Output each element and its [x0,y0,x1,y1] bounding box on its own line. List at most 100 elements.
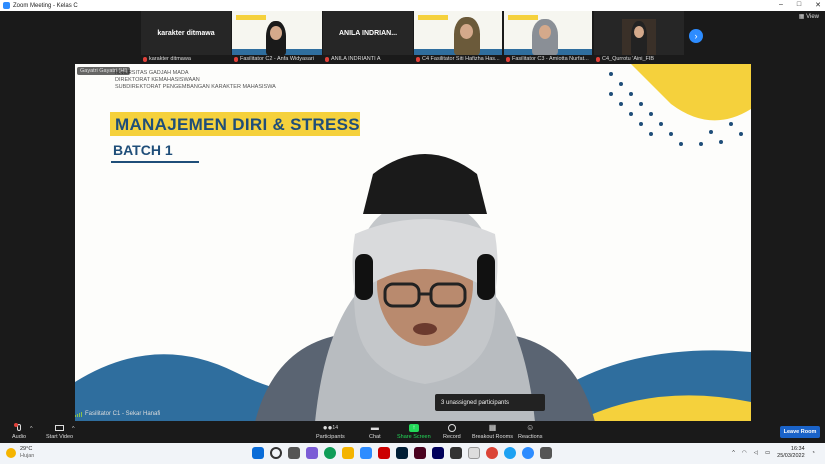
muted-mic-icon [506,56,510,62]
slide-dot-decoration [609,64,751,146]
edge-browser-icon[interactable] [324,447,336,459]
slide-subtitle: BATCH 1 [113,142,173,158]
audio-label: Audio [12,434,27,440]
battery-icon[interactable]: ▭ [765,450,770,456]
participant-name-bar: C4 Fasilitator Siti Hafizha Has... [414,55,502,63]
close-button[interactable]: ✕ [815,1,821,9]
speaker-label-overlay: Gayatri Gayatri (Hl) [77,67,131,75]
minimize-button[interactable]: – [779,1,783,9]
window-controls: – □ ✕ [779,1,821,9]
photoshop-icon[interactable] [396,447,408,459]
slide-header-line: DIREKTORAT KEMAHASISWAAN [115,77,200,83]
view-button[interactable]: ▦ View [799,13,819,20]
participant-thumbnail[interactable]: ANILA INDRIAN... ANILA INDRIANTI A [323,11,413,63]
participant-name: Fasilitator C3 - Amiotta Nurfat... [512,56,589,62]
participant-thumbnail[interactable]: C4_Qurrotu 'Aini_FIB [594,11,684,63]
video-options-caret[interactable]: ^ [72,426,75,432]
browser-icon[interactable] [504,447,516,459]
participants-button[interactable]: ●● 14 Participants [316,423,345,440]
active-speaker-name: Fasilitator C1 - Sekar Hanafi [75,411,160,417]
notification-icon[interactable]: ◔ [812,450,815,456]
participants-label: Participants [316,434,345,440]
task-view-icon[interactable] [288,447,300,459]
teams-chat-icon[interactable] [306,447,318,459]
system-tray: ^ ◠ ◁ ▭ 16:34 25/03/2022 ◔ [732,446,815,460]
chevron-up-icon[interactable]: ^ [732,450,735,456]
share-screen-button[interactable]: ↑ Share Screen [397,423,431,440]
speaker-label-text: Gayatri Gayatri (Hl) [80,68,128,74]
video-off-icon [55,423,65,432]
participant-thumbnail[interactable]: Fasilitator C3 - Amiotta Nurfat... [504,11,592,63]
participants-icon: ●● 14 [322,423,338,432]
participant-name-bar: ANILA INDRIANTI A [323,55,413,63]
os-taskbar: 29°C Hujan ^ ◠ ◁ ▭ 16:34 25/03/2022 ◔ [0,443,825,464]
file-explorer-icon[interactable] [342,447,354,459]
search-icon[interactable] [270,447,282,459]
unassigned-participants-popup[interactable]: 3 unassigned participants [435,394,545,411]
chrome-icon[interactable] [486,447,498,459]
steam-icon[interactable] [450,447,462,459]
reactions-icon: ☺ [526,423,535,432]
clock[interactable]: 16:34 25/03/2022 [777,446,805,460]
chat-icon: ▬ [370,423,379,432]
audio-options-caret[interactable]: ^ [30,426,33,432]
participant-name: karakter ditmawa [149,56,191,62]
participant-video [594,11,684,55]
leave-room-button[interactable]: Leave Room [780,426,820,438]
speaker-name-text: Fasilitator C1 - Sekar Hanafi [85,411,161,417]
weather-widget[interactable]: 29°C Hujan [6,446,34,460]
participant-thumbnail[interactable]: karakter ditmawa karakter ditmawa [141,11,231,63]
chat-label: Chat [369,434,381,440]
start-video-label: Start Video [46,434,74,440]
indesign-icon[interactable] [414,447,426,459]
clock-time: 16:34 [790,446,805,452]
participant-name-bar: Fasilitator C3 - Amiotta Nurfat... [504,55,592,63]
wifi-icon[interactable]: ◠ [742,450,747,456]
breakout-rooms-button[interactable]: ▦ Breakout Rooms [472,423,513,440]
start-video-button[interactable]: Start Video [46,423,73,440]
chevron-up-icon: ^ [30,426,33,432]
chat-button[interactable]: ▬ Chat [369,423,381,440]
participant-name: Fasilitator C2 - Anfa Widyasari [240,56,314,62]
participant-video-off: karakter ditmawa [141,11,231,55]
participant-video [414,11,502,55]
notes-icon[interactable] [540,447,552,459]
reactions-button[interactable]: ☺ Reactions [518,423,542,440]
premiere-icon[interactable] [432,447,444,459]
window-title: Zoom Meeting - Kelas C [13,2,78,9]
speaker-icon[interactable]: ◁ [754,450,758,456]
meeting-controls: Audio ^ Start Video ^ ●● 14 Participants… [0,421,825,443]
record-button[interactable]: Record [443,423,461,440]
audio-button[interactable]: Audio [12,422,27,440]
video-background [414,11,502,55]
participant-thumbnail[interactable]: C4 Fasilitator Siti Hafizha Has... [414,11,502,63]
maximize-button[interactable]: □ [797,1,801,9]
slide-header-line: SUBDIREKTORAT PENGEMBANGAN KARAKTER MAHA… [115,84,276,90]
zoom-meeting-icon[interactable] [522,447,534,459]
acrobat-icon[interactable] [378,447,390,459]
share-screen-label: Share Screen [397,434,431,440]
muted-mic-icon [234,56,238,62]
next-page-arrow-icon[interactable]: › [689,29,703,43]
zoom-app-icon[interactable] [360,447,372,459]
clock-date: 25/03/2022 [777,453,805,459]
weather-icon [6,448,16,458]
taskbar-apps [252,447,552,459]
muted-mic-icon [596,56,600,62]
breakout-rooms-label: Breakout Rooms [472,434,513,440]
participant-thumbnail[interactable]: Fasilitator C2 - Anfa Widyasari [232,11,322,63]
muted-mic-icon [416,56,420,62]
reactions-label: Reactions [518,434,543,440]
participant-name-bar: Fasilitator C2 - Anfa Widyasari [232,55,322,63]
video-background [232,11,322,55]
start-menu-icon[interactable] [252,447,264,459]
unassigned-participants-text: 3 unassigned participants [441,399,510,406]
active-speaker-video: NIVERSITAS GADJAH MADA DIREKTORAT KEMAHA… [75,64,751,422]
window-titlebar: Zoom Meeting - Kelas C – □ ✕ [0,0,825,11]
slide-title: MANAJEMEN DIRI & STRESS [115,115,360,134]
muted-mic-icon [325,56,329,62]
participants-count: 14 [332,424,338,431]
calculator-icon[interactable] [468,447,480,459]
speaker-figure [255,154,595,422]
video-background [504,11,592,55]
